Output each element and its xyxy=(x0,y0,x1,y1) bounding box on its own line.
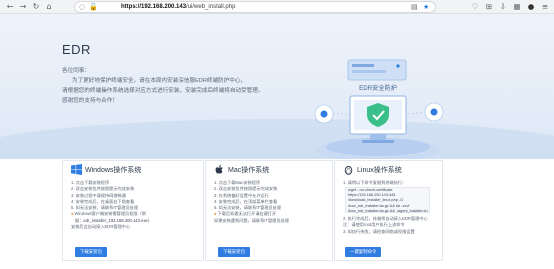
downloads-icon[interactable]: ⇩ xyxy=(498,2,508,12)
mac-card-title: Mac操作系统 xyxy=(228,167,270,174)
library-icon[interactable]: ⊞ xyxy=(484,2,494,12)
url-text: https://192.168.200.143/ui/web_install.p… xyxy=(121,4,236,10)
intro-line-3: 感谢您的支持与合作！ xyxy=(62,98,118,104)
mac-steps-list: 1. 点击下载Mac安装程序 2. 双击安装包并按照提示完成安装 3. 在系统偏… xyxy=(214,180,326,224)
list-item: 3. 如执行失败，请检查网络或权限设置 xyxy=(343,228,415,234)
command-line: linux_edr_installer.tar.gz && ./agent_in… xyxy=(348,208,428,213)
apple-logo-icon xyxy=(215,164,223,174)
reader-icon[interactable]: ▤ xyxy=(411,3,418,12)
menu-icon[interactable]: ≡ xyxy=(540,2,550,12)
lock-warning-icon[interactable]: 🔓 xyxy=(89,3,98,12)
intro-line-2: 请根据您的终端操作系统选择对应方式进行安装，安装完成后终端将自动受管理。 xyxy=(62,88,264,94)
bookmark-star-icon[interactable]: ★ xyxy=(423,3,429,12)
windows-download-button[interactable]: 下载安装包 xyxy=(75,247,107,257)
linux-command-box[interactable]: wget --no-check-certificate https://192.… xyxy=(345,187,430,213)
account-icon[interactable]: ● xyxy=(526,2,536,12)
greeting-text: 各位同事： xyxy=(62,68,90,74)
mac-card: Mac操作系统 1. 点击下载Mac安装程序 2. 双击安装包并按照提示完成安装… xyxy=(205,160,333,261)
linux-card: Linux操作系统 1. 请将以下命令复制到终端执行： wget --no-ch… xyxy=(334,160,443,261)
linux-card-header: Linux操作系统 xyxy=(335,161,442,177)
hero-banner: EDR 各位同事： 为了更好地保护终端安全，请在本周内安装深信服EDR终端防护中… xyxy=(0,14,554,159)
windows-card-header: Windows操作系统 xyxy=(63,161,203,177)
reload-icon[interactable]: ↻ xyxy=(31,2,41,12)
edr-protection-illustration: EDR安全防护 xyxy=(314,59,444,159)
list-item: 如果安装遇到问题，请联系IT管理员处理 xyxy=(214,217,289,223)
hero-wave-decoration xyxy=(0,119,554,159)
linux-intro-list: 1. 请将以下命令复制到终端执行： xyxy=(343,180,436,186)
extensions-icon[interactable]: ▦ xyxy=(512,2,522,12)
pocket-icon[interactable]: ♡ xyxy=(470,2,480,12)
back-icon[interactable]: ← xyxy=(5,2,15,12)
windows-logo-icon xyxy=(71,164,82,175)
windows-card: Windows操作系统 1. 点击下载安装程序 2. 双击安装包并按照提示完成安… xyxy=(62,160,204,261)
home-icon[interactable]: ⌂ xyxy=(44,2,54,12)
linux-intro-text: 1. 请将以下命令复制到终端执行： xyxy=(343,180,407,185)
forward-icon[interactable]: → xyxy=(18,2,28,12)
linux-card-title: Linux操作系统 xyxy=(357,167,402,174)
intro-paragraph: 为了更好地保护终端安全，请在本周内安装深信服EDR终端防护中心， 请根据您的终端… xyxy=(62,76,312,106)
linux-tux-icon xyxy=(344,165,353,175)
shield-icon: ◌ xyxy=(79,3,86,11)
intro-line-1: 为了更好地保护终端安全，请在本周内安装深信服EDR终端防护中心， xyxy=(72,78,247,84)
linux-copy-command-button[interactable]: 一键复制命令 xyxy=(345,247,382,257)
address-bar[interactable]: ◌ 🔓 https://192.168.200.143/ui/web_insta… xyxy=(74,1,436,13)
svg-text:EDR安全防护: EDR安全防护 xyxy=(359,84,397,92)
windows-card-title: Windows操作系统 xyxy=(85,167,142,174)
linux-steps-list: 2. 执行完成后，终端将自动接入EDR管理中心 注：请使用root用户执行上述命… xyxy=(343,216,436,235)
browser-toolbar: ← → ↻ ⌂ ◌ 🔓 https://192.168.200.143/ui/w… xyxy=(0,0,554,14)
mac-download-button[interactable]: 下载安装包 xyxy=(218,247,250,257)
mac-card-header: Mac操作系统 xyxy=(206,161,332,177)
page-title: EDR xyxy=(62,42,91,57)
list-item: 安装后会自动接入EDR管理中心 xyxy=(71,224,131,230)
windows-steps-list: 1. 点击下载安装程序 2. 双击安装包并按照提示完成安装 3. 安装过程中请保… xyxy=(71,180,197,230)
